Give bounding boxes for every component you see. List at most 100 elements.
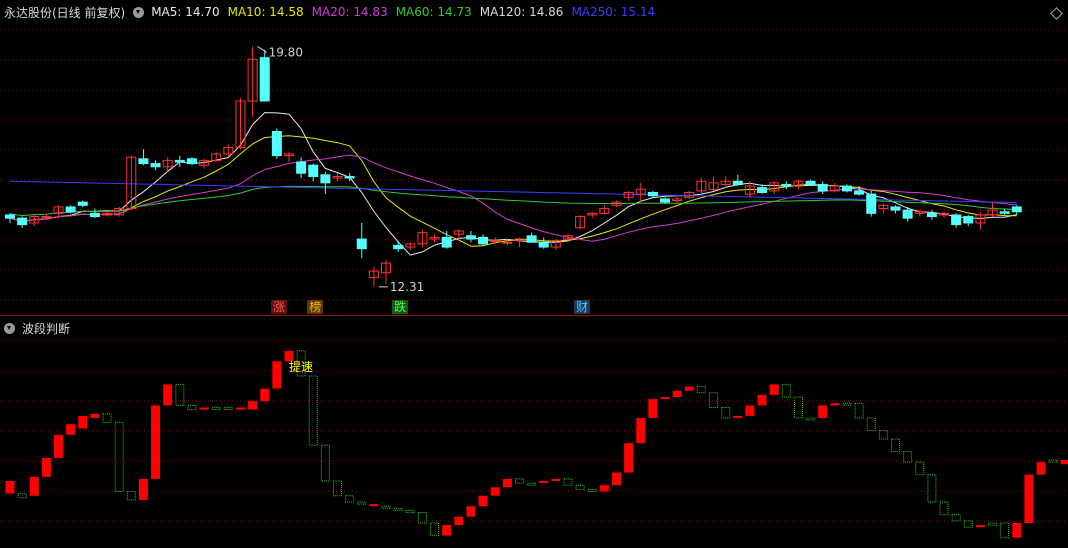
ma5-line xyxy=(9,112,1017,256)
wave-panel-header: 波段判断 xyxy=(0,316,70,340)
wave-bar-down xyxy=(114,421,124,492)
wave-bar-down xyxy=(17,493,27,499)
marker-list[interactable]: 榜 xyxy=(307,300,324,314)
candle-down xyxy=(526,235,537,243)
candle-down xyxy=(271,131,282,157)
candle-down xyxy=(963,216,974,224)
candle-down xyxy=(732,180,743,185)
candle-down xyxy=(902,209,913,219)
wave-bar-down xyxy=(102,413,112,423)
price-panel-header: 永达股份(日线 前复权) MA5: 14.70 MA10: 14.58 MA20: … xyxy=(0,0,663,24)
wave-bar-up xyxy=(29,476,39,496)
wave-bar-down xyxy=(721,407,731,419)
price-chart[interactable]: 19.80 12.31 xyxy=(0,0,1068,315)
wave-bar-down xyxy=(878,430,888,440)
candle-down xyxy=(174,159,185,163)
wave-bar-down xyxy=(333,480,343,497)
candle-down xyxy=(465,235,476,240)
wave-bar-up xyxy=(624,443,634,473)
wave-bar-down xyxy=(308,375,318,446)
wave-bar-up xyxy=(151,405,161,479)
wave-bar-up xyxy=(90,413,100,418)
wave-bar-up xyxy=(442,525,452,536)
wave-bar-up xyxy=(733,415,743,418)
wave-bar-down xyxy=(781,383,791,398)
wave-bar-down xyxy=(514,478,524,484)
wave-bar-up xyxy=(830,403,840,406)
wave-bar-down xyxy=(915,461,925,476)
wave-bar-down xyxy=(866,417,876,432)
candle-down xyxy=(138,158,149,165)
candle-down xyxy=(805,180,816,185)
candle-down xyxy=(393,244,404,250)
candle-down xyxy=(65,206,76,213)
wave-bar-up xyxy=(975,525,985,528)
ma-legend-item: MA5: 14.70 xyxy=(151,5,220,19)
wave-bar-up xyxy=(138,478,148,500)
wave-bar-up xyxy=(5,481,15,494)
candle-down xyxy=(999,211,1010,214)
wave-bar-down xyxy=(951,514,961,522)
wave-bar-down xyxy=(320,444,330,482)
wave-bar-up xyxy=(478,495,488,507)
wave-bar-up xyxy=(454,516,464,526)
marker-fall[interactable]: 跌 xyxy=(392,300,409,314)
wave-bar-down xyxy=(793,396,803,419)
ma-legend: MA5: 14.70 MA10: 14.58 MA20: 14.83 MA60: 14… xyxy=(151,5,663,19)
wave-bar-up xyxy=(684,386,694,391)
wave-chart[interactable] xyxy=(0,316,1068,548)
wave-bar-up xyxy=(660,397,670,400)
dropdown-arrow-icon[interactable] xyxy=(4,322,15,334)
wave-bar-up xyxy=(539,481,549,484)
candle-down xyxy=(441,236,452,248)
wave-bar-up xyxy=(199,407,209,410)
wave-bar-up xyxy=(163,384,173,406)
wave-bar-down xyxy=(806,417,816,421)
wave-bar-down xyxy=(939,501,949,516)
ma-legend-item: MA60: 14.73 xyxy=(395,5,472,19)
wave-bar-up xyxy=(41,457,51,477)
wave-bar-down xyxy=(527,482,537,486)
wave-bar-down xyxy=(709,392,719,409)
wave-bar-down xyxy=(211,407,221,410)
candle-down xyxy=(478,236,489,245)
wave-bar-down xyxy=(842,402,852,406)
wave-bar-down xyxy=(381,505,391,509)
candle-down xyxy=(308,164,319,177)
wave-bar-up xyxy=(672,390,682,397)
wave-bar-up xyxy=(369,504,379,507)
ma10-line xyxy=(9,135,1017,247)
wave-bar-up xyxy=(78,415,88,429)
wave-bar-up xyxy=(1024,474,1034,523)
dropdown-arrow-icon[interactable] xyxy=(133,6,145,18)
candle-down xyxy=(647,191,658,197)
wave-bar-down xyxy=(430,522,440,537)
wave-bar-down xyxy=(126,491,136,501)
indicator-title[interactable]: 波段判断 xyxy=(22,320,70,337)
wave-bar-up xyxy=(636,418,646,444)
wave-bar-up xyxy=(599,485,609,492)
candle-down xyxy=(817,183,828,192)
wave-bar-down xyxy=(927,474,937,503)
wave-bar-down xyxy=(988,522,998,526)
marker-rise[interactable]: 涨 xyxy=(270,300,287,314)
wave-bar-down xyxy=(417,512,427,524)
wave-indicator-panel[interactable]: 波段判断 提速 xyxy=(0,316,1068,548)
wave-bar-down xyxy=(963,520,973,528)
wave-bar-up xyxy=(745,405,755,416)
wave-bar-up xyxy=(66,424,76,435)
wave-bar-up xyxy=(260,388,270,402)
candle-down xyxy=(1011,206,1022,213)
ma-legend-item: MA120: 14.86 xyxy=(479,5,564,19)
marker-finance[interactable]: 财 xyxy=(574,300,591,314)
candle-down xyxy=(77,201,88,206)
ma-legend-item: MA10: 14.58 xyxy=(227,5,304,19)
wave-bar-down xyxy=(405,509,415,513)
candle-up xyxy=(502,241,513,244)
wave-bar-up xyxy=(235,407,245,410)
high-price-label: 19.80 xyxy=(269,45,303,59)
candle-down xyxy=(854,190,865,195)
price-chart-panel[interactable]: 永达股份(日线 前复权) MA5: 14.70 MA10: 14.58 MA20: … xyxy=(0,0,1068,315)
candle-down xyxy=(150,163,161,168)
stock-title[interactable]: 永达股份(日线 前复权) xyxy=(4,4,125,21)
